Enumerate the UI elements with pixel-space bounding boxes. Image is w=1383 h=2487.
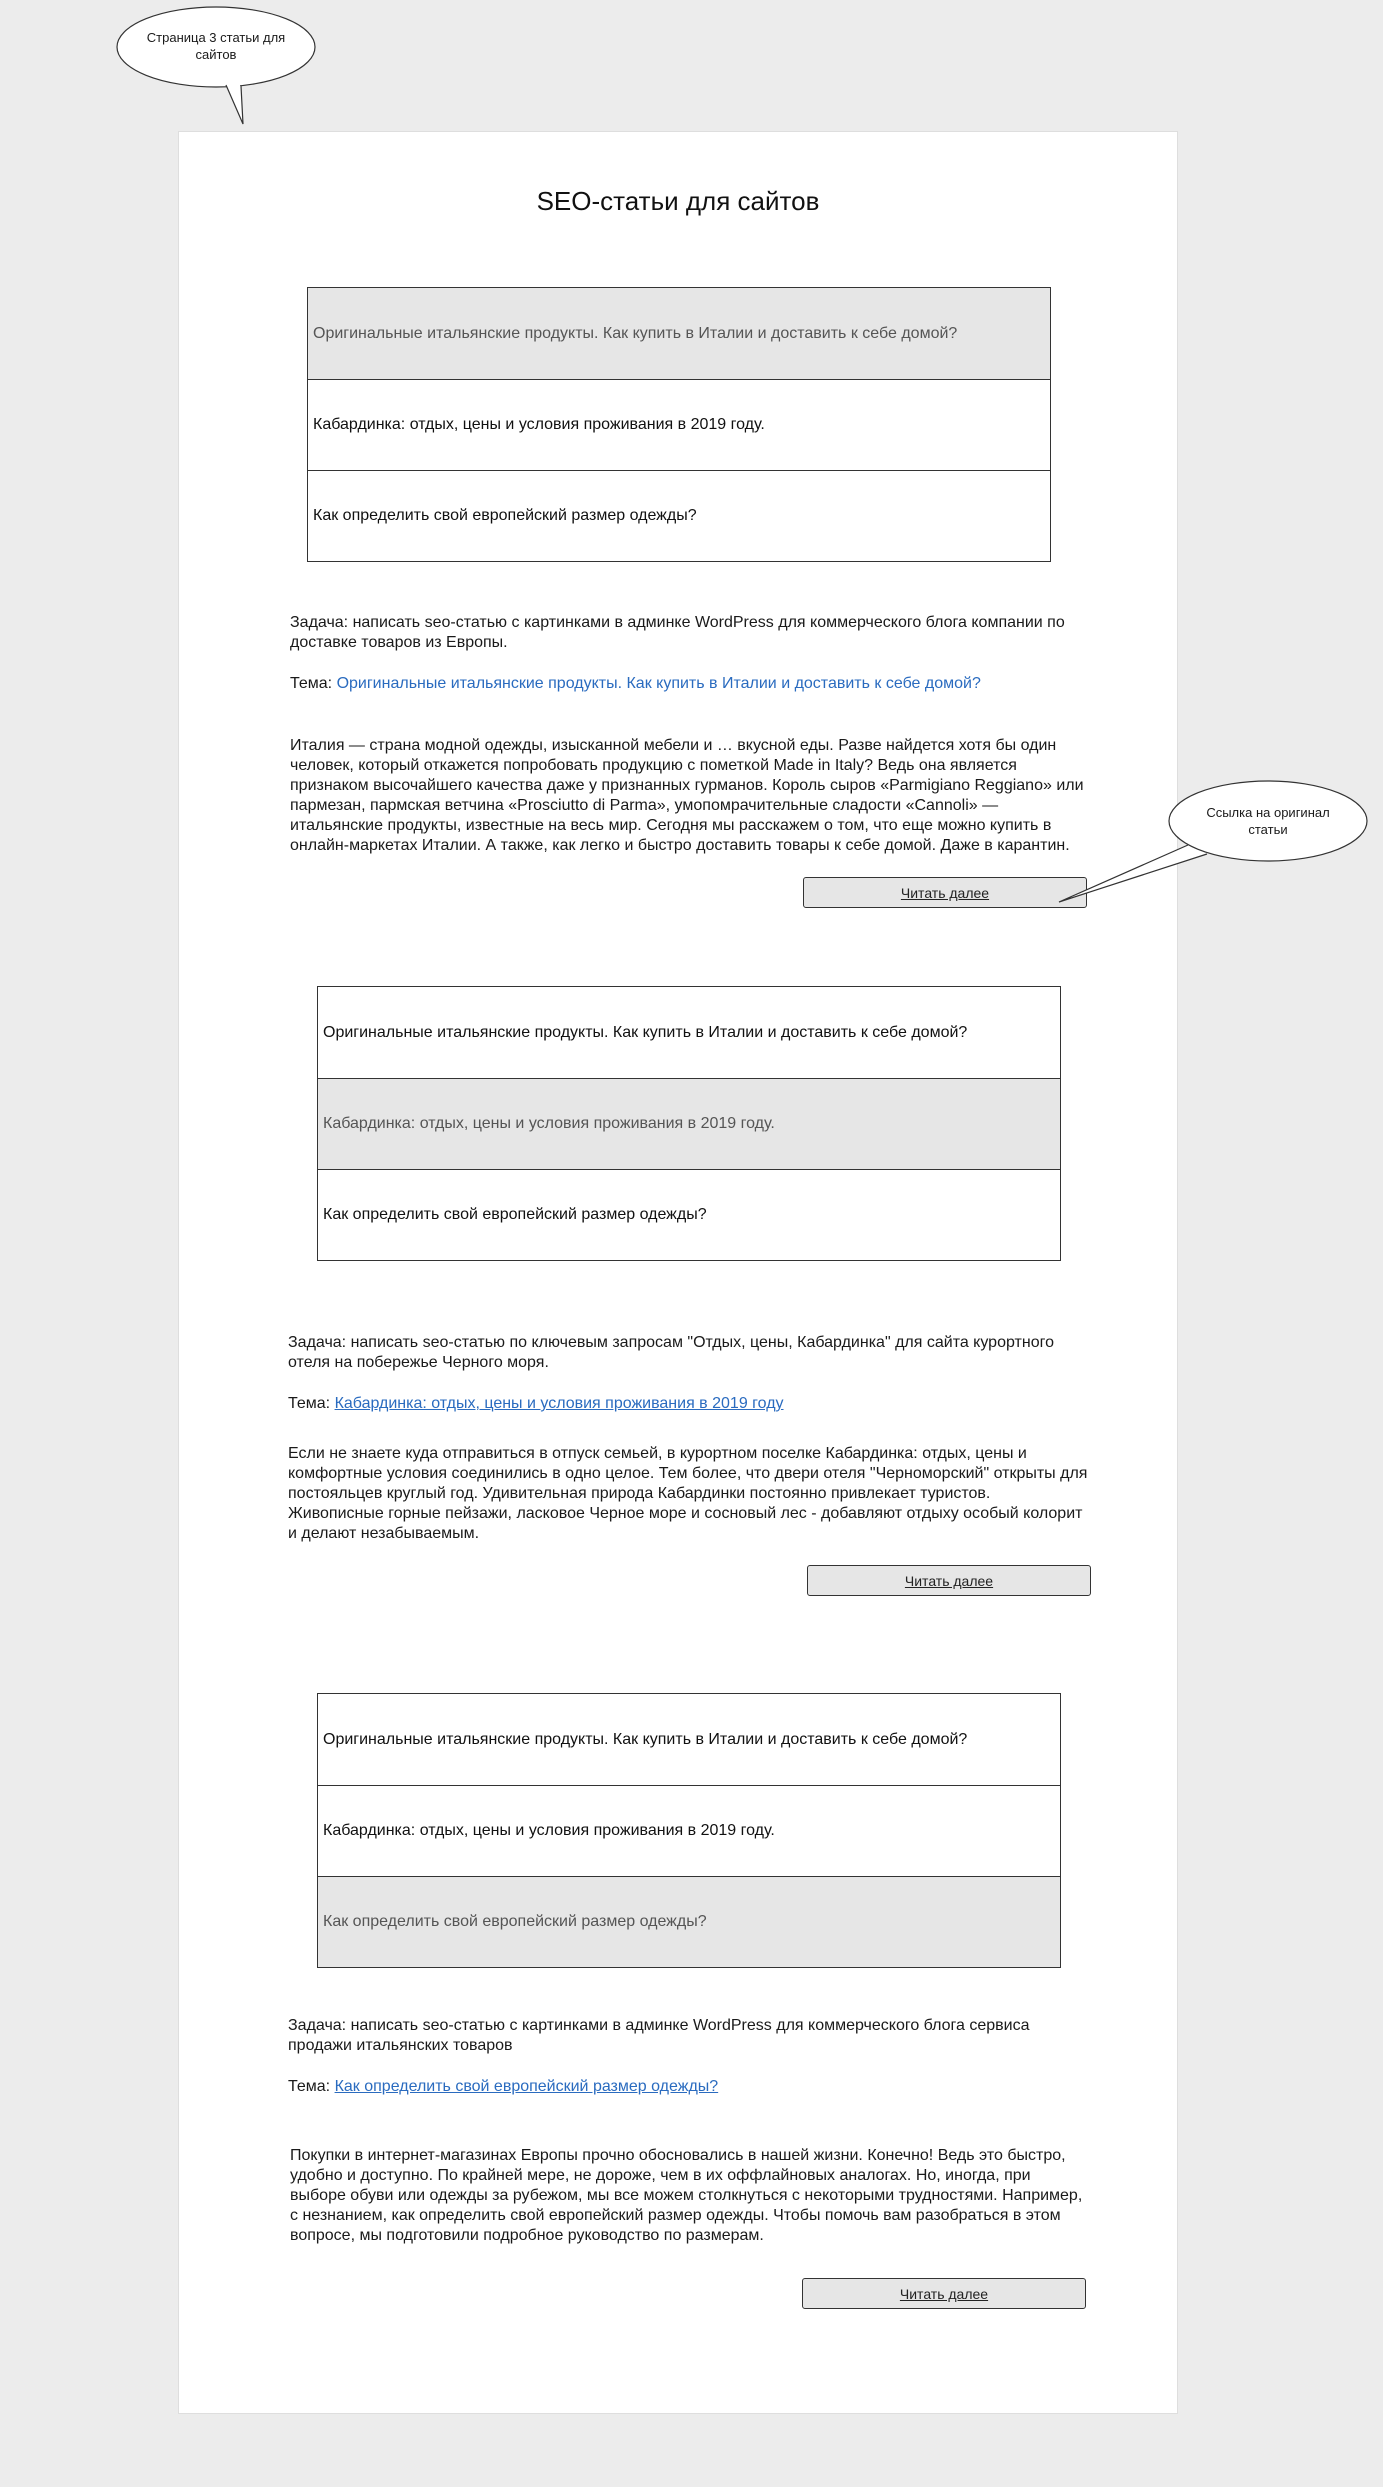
article-1-task: Задача: написать seo-статью с картинками…	[290, 614, 1065, 651]
article-3-theme: Тема: Как определить свой европейский ра…	[288, 2077, 1088, 2097]
page-title: SEO-статьи для сайтов	[536, 186, 820, 216]
menu-item-italian-products[interactable]: Оригинальные итальянские продукты. Как к…	[318, 1694, 1060, 1785]
menu-item-italian-products[interactable]: Оригинальные итальянские продукты. Как к…	[318, 987, 1060, 1078]
menu-item-italian-products[interactable]: Оригинальные итальянские продукты. Как к…	[308, 288, 1050, 379]
article-2-body: Если не знаете куда отправиться в отпуск…	[288, 1445, 1088, 1542]
article-1-theme-label: Тема:	[290, 675, 337, 692]
menu-item-clothing-size[interactable]: Как определить свой европейский размер о…	[308, 470, 1050, 561]
article-3-read-more-button[interactable]: Читать далее	[802, 2278, 1086, 2309]
article-3-theme-link[interactable]: Как определить свой европейский размер о…	[335, 2078, 719, 2095]
article-1-theme-link[interactable]: Оригинальные итальянские продукты. Как к…	[337, 675, 981, 692]
article-2-theme-label: Тема:	[288, 1395, 335, 1412]
article-1-body: Италия — страна модной одежды, изысканно…	[290, 737, 1084, 854]
menu-item-kabardinka[interactable]: Кабардинка: отдых, цены и условия прожив…	[318, 1078, 1060, 1169]
top-callout-tail-cover	[226, 84, 241, 87]
top-callout-tail	[225, 84, 244, 125]
article-menu-1: Оригинальные итальянские продукты. Как к…	[307, 287, 1051, 562]
article-2-read-more-button[interactable]: Читать далее	[807, 1565, 1091, 1596]
menu-item-kabardinka[interactable]: Кабардинка: отдых, цены и условия прожив…	[308, 379, 1050, 470]
menu-item-clothing-size[interactable]: Как определить свой европейский размер о…	[318, 1876, 1060, 1967]
top-callout-text: Страница 3 статьи для сайтов	[146, 30, 286, 62]
article-1-read-more-button[interactable]: Читать далее	[803, 877, 1087, 908]
article-menu-3: Оригинальные итальянские продукты. Как к…	[317, 1693, 1061, 1968]
article-2-theme: Тема: Кабардинка: отдых, цены и условия …	[288, 1394, 1088, 1414]
article-3-task: Задача: написать seo-статью с картинками…	[288, 2017, 1030, 2054]
menu-item-clothing-size[interactable]: Как определить свой европейский размер о…	[318, 1169, 1060, 1260]
article-3-theme-label: Тема:	[288, 2078, 335, 2095]
article-2-task: Задача: написать seo-статью по ключевым …	[288, 1334, 1054, 1371]
menu-item-kabardinka[interactable]: Кабардинка: отдых, цены и условия прожив…	[318, 1785, 1060, 1876]
article-menu-2: Оригинальные итальянские продукты. Как к…	[317, 986, 1061, 1261]
article-3-body: Покупки в интернет-магазинах Европы проч…	[290, 2147, 1083, 2244]
page-canvas: SEO-статьи для сайтов Оригинальные италь…	[178, 131, 1178, 2414]
article-2-theme-link[interactable]: Кабардинка: отдых, цены и условия прожив…	[335, 1395, 784, 1412]
link-callout-text: Ссылка на оригинал статьи	[1206, 805, 1330, 837]
article-1-theme: Тема: Оригинальные итальянские продукты.…	[290, 674, 1090, 694]
